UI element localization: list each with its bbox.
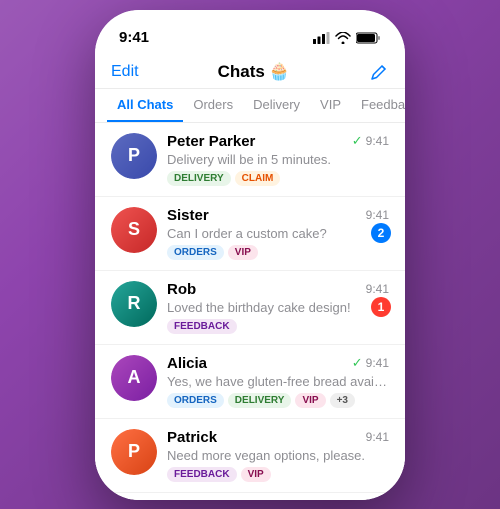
edit-button[interactable]: Edit: [111, 63, 139, 81]
chat-time: ✓ 9:41: [352, 133, 389, 149]
unread-badge: 1: [371, 297, 391, 317]
chat-content: Alicia ✓ 9:41 Yes, we have gluten-free b…: [167, 355, 389, 408]
signal-icon: [313, 32, 330, 44]
chat-content: Sister 9:41 Can I order a custom cake? O…: [167, 207, 389, 260]
chat-name: Peter Parker: [167, 133, 255, 150]
chat-time: 9:41: [366, 282, 389, 296]
delivered-icon: ✓: [352, 133, 363, 149]
tag-orders: ORDERS: [167, 245, 224, 260]
chat-time: ✓ 9:41: [352, 355, 389, 371]
chat-tags: ORDERS DELIVERY VIP +3: [167, 393, 389, 408]
chat-content: Patrick 9:41 Need more vegan options, pl…: [167, 429, 389, 482]
chat-header: Rob 9:41: [167, 281, 389, 298]
tag-feedback: FEEDBACK: [167, 467, 237, 482]
chat-time: 9:41: [366, 430, 389, 444]
compose-button[interactable]: [369, 62, 389, 82]
avatar: P: [111, 133, 157, 179]
chat-header: Sister 9:41: [167, 207, 389, 224]
avatar: R: [111, 281, 157, 327]
tab-feedback[interactable]: Feedback: [351, 89, 405, 122]
wifi-icon: [335, 32, 351, 44]
filter-tabs: All Chats Orders Delivery VIP Feedback E: [95, 89, 405, 123]
tag-vip: VIP: [295, 393, 325, 408]
chat-name: Patrick: [167, 429, 217, 446]
tab-orders[interactable]: Orders: [183, 89, 243, 122]
nav-bar: Edit Chats 🧁: [95, 54, 405, 89]
chat-preview: Loved the birthday cake design!: [167, 300, 389, 315]
chat-list: P Peter Parker ✓ 9:41 Delivery will be i…: [95, 123, 405, 500]
chat-name: Rob: [167, 281, 196, 298]
chat-item[interactable]: R Rob 9:41 Loved the birthday cake desig…: [95, 271, 405, 345]
tag-more: +3: [330, 393, 355, 408]
tag-delivery: DELIVERY: [228, 393, 292, 408]
tag-vip: VIP: [241, 467, 271, 482]
chat-item[interactable]: P Patrick 9:41 Need more vegan options, …: [95, 419, 405, 493]
chat-item[interactable]: J Jessica 9:41 Nice, got it.: [95, 493, 405, 500]
tab-all-chats[interactable]: All Chats: [107, 89, 183, 122]
chat-content: Peter Parker ✓ 9:41 Delivery will be in …: [167, 133, 389, 186]
tab-delivery[interactable]: Delivery: [243, 89, 310, 122]
chat-preview: Yes, we have gluten-free bread available…: [167, 374, 389, 389]
battery-icon: [356, 32, 381, 44]
avatar: A: [111, 355, 157, 401]
status-icons: [313, 32, 381, 44]
chat-name: Alicia: [167, 355, 207, 372]
chat-header: Peter Parker ✓ 9:41: [167, 133, 389, 150]
avatar: P: [111, 429, 157, 475]
tag-orders: ORDERS: [167, 393, 224, 408]
chat-time: 9:41: [366, 208, 389, 222]
tag-vip: VIP: [228, 245, 258, 260]
chat-preview: Need more vegan options, please.: [167, 448, 389, 463]
chat-tags: FEEDBACK VIP: [167, 467, 389, 482]
phone-frame: 9:41 Edit Ch: [95, 10, 405, 500]
tab-vip[interactable]: VIP: [310, 89, 351, 122]
chat-preview: Delivery will be in 5 minutes.: [167, 152, 389, 167]
chat-header: Patrick 9:41: [167, 429, 389, 446]
chat-tags: FEEDBACK: [167, 319, 389, 334]
unread-badge: 2: [371, 223, 391, 243]
chat-tags: ORDERS VIP: [167, 245, 389, 260]
chat-tags: DELIVERY CLAIM: [167, 171, 389, 186]
tag-delivery: DELIVERY: [167, 171, 231, 186]
avatar: S: [111, 207, 157, 253]
page-title: Chats 🧁: [218, 62, 290, 82]
delivered-icon: ✓: [352, 355, 363, 371]
tag-feedback: FEEDBACK: [167, 319, 237, 334]
tag-claim: CLAIM: [235, 171, 281, 186]
chat-item[interactable]: S Sister 9:41 Can I order a custom cake?…: [95, 197, 405, 271]
status-time: 9:41: [119, 29, 149, 46]
chat-content: Rob 9:41 Loved the birthday cake design!…: [167, 281, 389, 334]
chat-item[interactable]: P Peter Parker ✓ 9:41 Delivery will be i…: [95, 123, 405, 197]
chat-name: Sister: [167, 207, 209, 224]
chat-preview: Can I order a custom cake?: [167, 226, 389, 241]
chat-header: Alicia ✓ 9:41: [167, 355, 389, 372]
status-bar: 9:41: [95, 10, 405, 54]
chat-item[interactable]: A Alicia ✓ 9:41 Yes, we have gluten-free…: [95, 345, 405, 419]
